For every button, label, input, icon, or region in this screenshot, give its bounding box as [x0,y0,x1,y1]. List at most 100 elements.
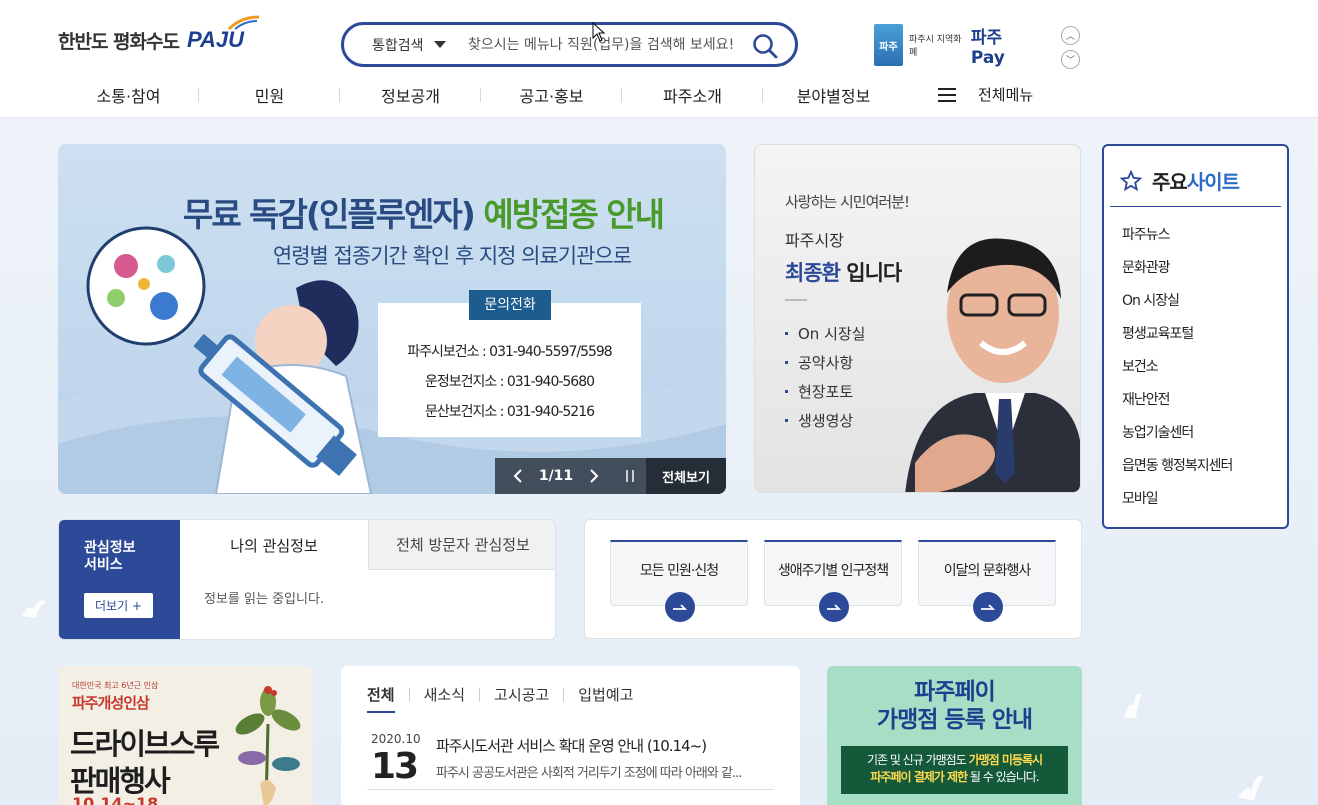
site-link[interactable]: 모바일 [1122,483,1232,516]
chevron-down-icon: ﹀ [1065,56,1075,66]
mayor-link-videos[interactable]: 생생영상 [785,406,865,435]
major-sites-panel: 주요 사이트 파주뉴스 문화관광 On 시장실 평생교육포털 보건소 재난안전 농… [1102,144,1289,529]
search-input[interactable] [468,36,753,53]
chevron-left-icon [513,469,522,483]
logo-swoosh-icon [227,15,260,31]
main-banner[interactable]: 무료 독감(인플루엔자) 예방접종 안내 연령별 접종기간 확인 후 지정 의료… [58,144,726,494]
notice-date-day: 13 [371,746,419,787]
ginseng-event-poster[interactable]: 대한민국 최고 6년근 인삼 파주개성인삼 드라이브스루 판매행사 10.14~… [58,666,313,805]
site-link[interactable]: 재난안전 [1122,384,1232,417]
site-link[interactable]: On 시장실 [1122,285,1232,318]
poster-date: 10.14~18 [72,794,159,805]
notice-description: 파주시 공공도서관은 사회적 거리두기 조정에 따라 아래와 같... [436,766,742,781]
main-nav: 소통·참여 민원 정보공개 공고·홍보 파주소개 분야별정보 [58,80,904,110]
mayor-link-on-office[interactable]: On 시장실 [785,319,865,348]
mouse-cursor-icon [592,22,606,42]
bird-decoration-icon [1238,775,1264,800]
poster-red-title: 파주개성인삼 [72,694,150,712]
mayor-panel: 사랑하는 시민여러분! 파주시장 최종환 입니다 On 시장실 공약사항 현장포… [754,144,1081,493]
integrated-search: 통합검색 [341,22,798,67]
all-menu-label: 전체메뉴 [978,86,1034,104]
pause-icon [626,470,634,482]
nav-item-civil[interactable]: 민원 [199,83,340,107]
chevron-up-icon: ︿ [1065,32,1075,42]
paju-pay-promo[interactable]: 파주 파주시 지역화폐 파주Pay [874,24,1034,68]
mayor-title: 파주시장 [785,231,844,250]
contact-line: 문산보건지소 : 031-940-5216 [424,404,595,420]
paju-pay-merchant-banner[interactable]: 파주페이 가맹점 등록 안내 기존 및 신규 가맹점도 가맹점 미등록시 파주페이… [827,666,1082,805]
arrow-right-icon [819,592,849,622]
tab-my-interest[interactable]: 나의 관심정보 [180,520,368,570]
site-link[interactable]: 읍면동 행정복지센터 [1122,450,1233,483]
quick-link-culture-events[interactable]: 이달의 문화행사 [918,540,1056,622]
search-category-select[interactable]: 통합검색 [372,35,468,55]
search-category-label: 통합검색 [372,37,424,54]
divider [408,688,410,702]
star-icon [1120,169,1142,191]
tab-all[interactable]: 전체 [367,684,395,713]
logo-korean-text: 한반도 평화수도 [58,30,180,53]
pay-banner-title: 파주페이 가맹점 등록 안내 [876,679,1033,733]
nav-item-notices[interactable]: 공고·홍보 [481,83,622,107]
poster-small-text: 대한민국 최고 6년근 인삼 [72,681,159,690]
bird-decoration-icon [22,600,46,618]
major-sites-title: 주요 사이트 [1120,166,1240,195]
quick-link-label: 이달의 문화행사 [943,563,1032,579]
quick-link-civil-apply[interactable]: 모든 민원·신청 [610,540,748,622]
inquiry-label: 문의전화 [469,290,551,320]
hamburger-icon [938,87,956,102]
divider [785,299,807,301]
site-link[interactable]: 농업기술센터 [1122,417,1232,450]
interest-side-label: 관심정보 서비스 [84,540,136,573]
promo-down-button[interactable]: ﹀ [1061,50,1080,69]
divider [563,688,565,702]
paju-pay-card-icon: 파주 [874,24,904,66]
tab-all-visitors-interest[interactable]: 전체 방문자 관심정보 [368,520,555,570]
tab-legislation[interactable]: 입법예고 [578,684,633,713]
mayor-links: On 시장실 공약사항 현장포토 생생영상 [785,319,865,435]
contact-line: 파주시보건소 : 031-940-5597/5598 [407,344,612,360]
nav-item-info-disclosure[interactable]: 정보공개 [340,83,481,107]
mayor-link-pledges[interactable]: 공약사항 [785,348,865,377]
divider [1110,206,1281,207]
all-menu-button[interactable]: 전체메뉴 [938,84,1033,105]
divider [367,789,774,790]
arrow-right-icon [973,592,1003,622]
bird-decoration-icon [1124,693,1142,718]
banner-controls: 1/11 전체보기 [495,458,726,494]
logo-paju-text: PAJU [187,15,260,53]
search-icon[interactable] [751,32,779,60]
nav-item-about-paju[interactable]: 파주소개 [622,83,763,107]
view-all-button[interactable]: 전체보기 [646,458,726,494]
nav-item-communication[interactable]: 소통·참여 [58,83,199,107]
tab-news[interactable]: 새소식 [424,684,465,713]
poster-line1: 드라이브스루 [70,727,220,761]
notice-title[interactable]: 파주시도서관 서비스 확대 운영 안내 (10.14~) [436,735,707,756]
quick-link-label: 생애주기별 인구정책 [777,563,889,579]
mayor-link-photos[interactable]: 현장포토 [785,377,865,406]
paju-pay-small-text: 파주시 지역화폐 [909,35,962,58]
site-link[interactable]: 파주뉴스 [1122,219,1232,252]
site-logo[interactable]: 한반도 평화수도 PAJU [58,15,260,60]
quick-links-panel: 모든 민원·신청 생애주기별 인구정책 이달의 문화행사 [584,519,1082,639]
interest-info-panel: 관심정보 서비스 더보기 + 나의 관심정보 전체 방문자 관심정보 정보를 읽는… [58,519,556,640]
tab-announcements[interactable]: 고시공고 [494,684,549,713]
site-link[interactable]: 보건소 [1122,351,1232,384]
prev-slide-button[interactable] [495,468,541,484]
nurse-syringe-illustration [86,226,373,494]
site-link[interactable]: 문화관광 [1122,252,1232,285]
quick-link-life-cycle-policy[interactable]: 생애주기별 인구정책 [764,540,902,622]
chevron-right-icon [590,469,599,483]
paju-pay-brand: 파주Pay [970,27,1005,68]
site-link[interactable]: 평생교육포털 [1122,318,1232,351]
promo-up-button[interactable]: ︿ [1061,26,1080,45]
pause-button[interactable] [617,470,643,482]
more-button[interactable]: 더보기 + [84,593,153,618]
nav-item-field-info[interactable]: 분야별정보 [763,83,904,107]
slide-counter: 1/11 [538,468,574,484]
loading-message: 정보를 읽는 중입니다. [204,592,325,607]
next-slide-button[interactable] [571,468,617,484]
pay-banner-notice-box: 기존 및 신규 가맹점도 가맹점 미등록시 파주페이 결제가 제한 될 수 있습… [841,746,1068,794]
dropdown-arrow-icon [433,41,446,48]
major-sites-list: 파주뉴스 문화관광 On 시장실 평생교육포털 보건소 재난안전 농업기술센터 … [1122,219,1233,516]
